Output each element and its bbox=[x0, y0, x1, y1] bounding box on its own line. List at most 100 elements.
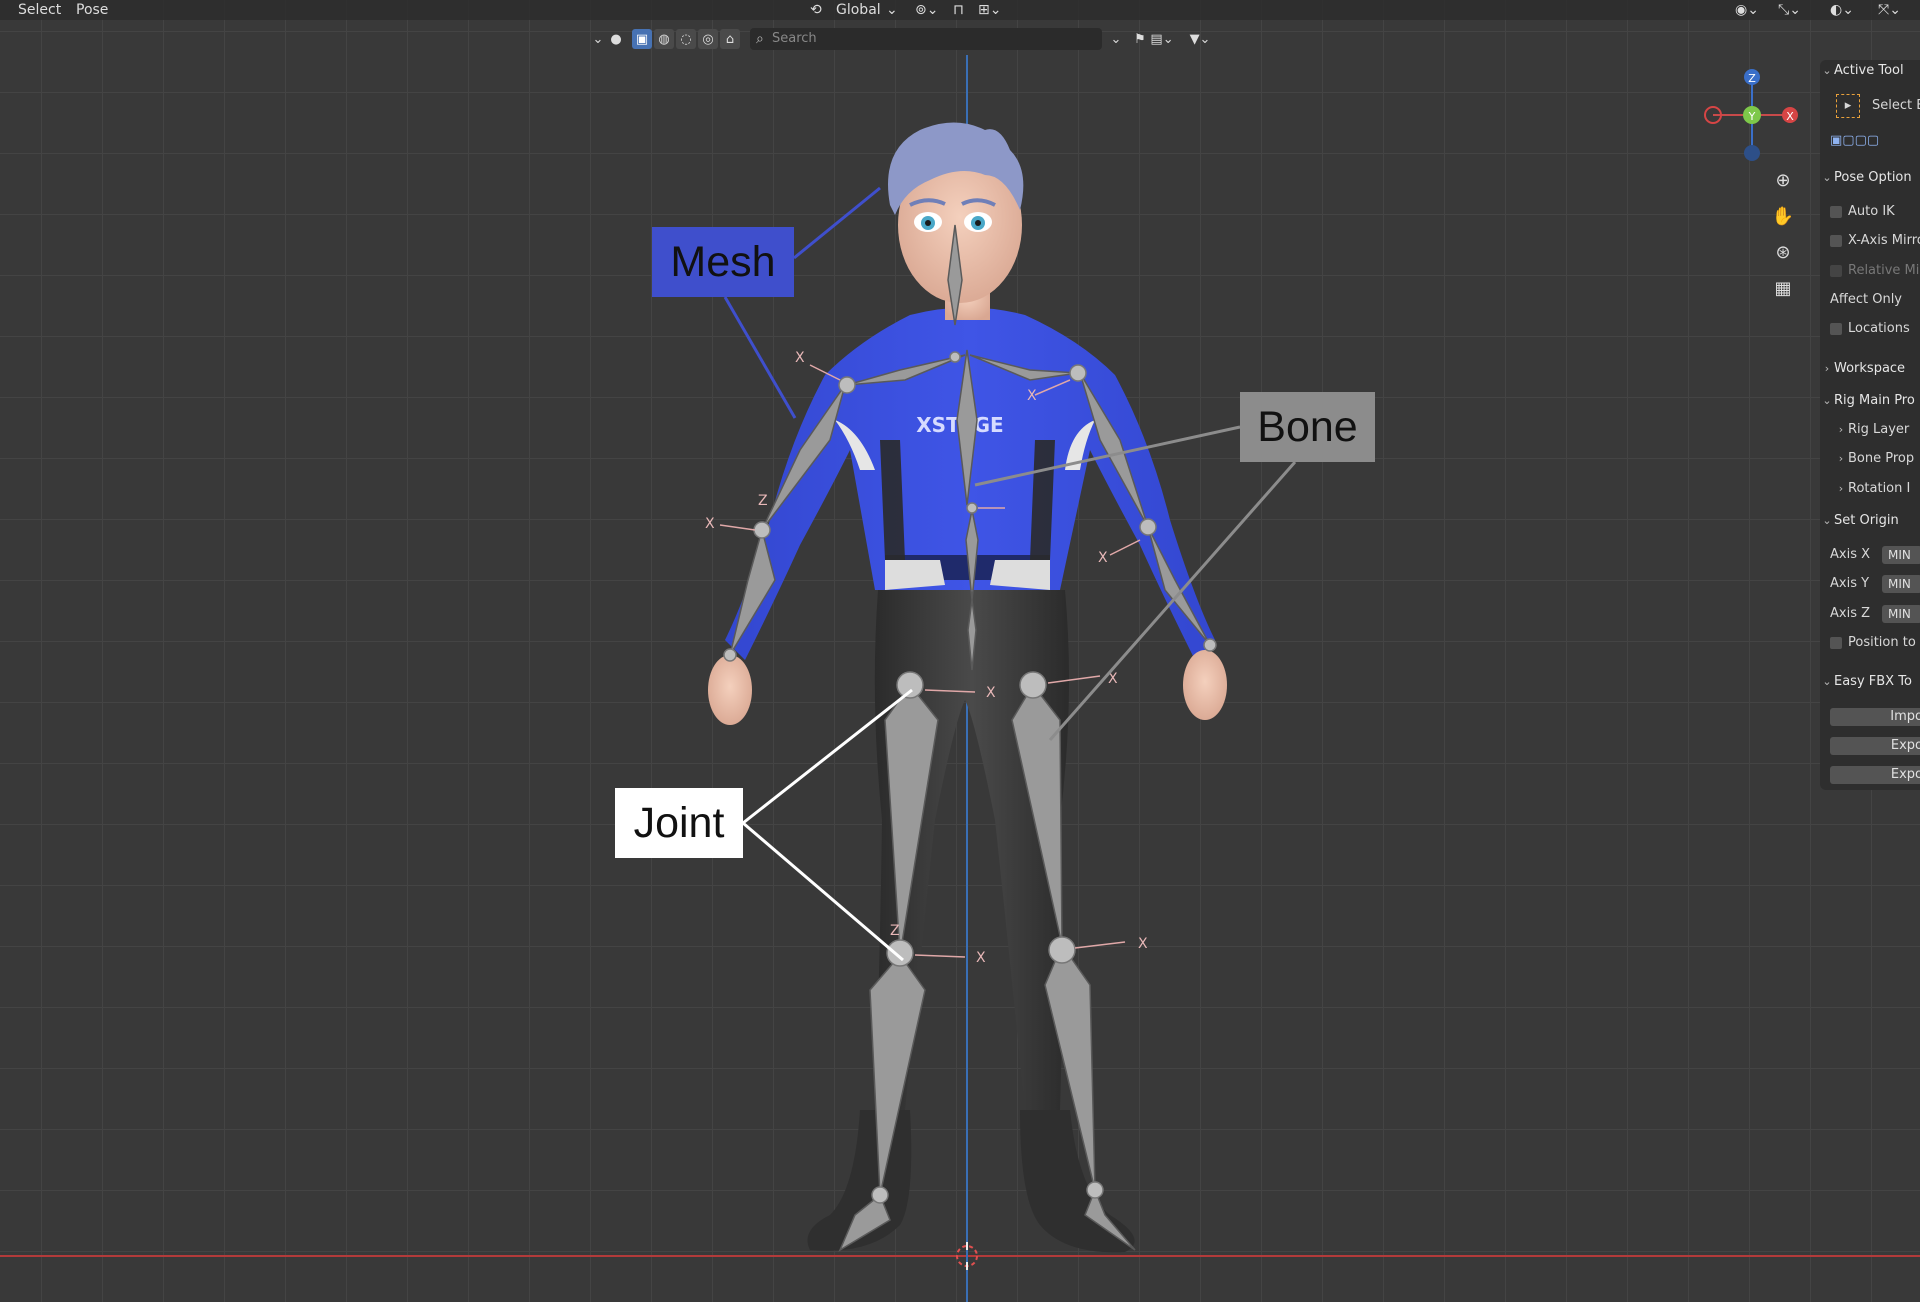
relative-mirror-checkbox[interactable]: Relative Mir bbox=[1820, 260, 1920, 282]
chevron-right-icon: › bbox=[1838, 423, 1844, 436]
pivot-point-icon[interactable]: ⊚⌄ bbox=[915, 0, 938, 20]
navigation-gizmo: Z Y X bbox=[1704, 69, 1798, 161]
panel-easy-fbx[interactable]: ⌄ Easy FBX To bbox=[1820, 671, 1912, 693]
callout-mesh: Mesh bbox=[652, 227, 794, 297]
active-tool-select[interactable]: ▸ Select B bbox=[1836, 94, 1920, 118]
axis-x-select[interactable]: MIN bbox=[1882, 546, 1920, 564]
panel-active-tool[interactable]: ⌄ Active Tool bbox=[1820, 60, 1903, 82]
chevron-right-icon: › bbox=[1838, 452, 1844, 465]
chevron-down-icon: ⌄ bbox=[886, 2, 898, 18]
svg-text:Z: Z bbox=[758, 493, 768, 509]
ortho-grid-icon[interactable]: ▦ bbox=[1769, 274, 1797, 302]
bookmark-icon[interactable]: ⚑ bbox=[1130, 29, 1150, 49]
overlay-icon[interactable]: ◐⌄ bbox=[1830, 0, 1854, 20]
filter-dropdown-icon[interactable]: ⌄ bbox=[1106, 29, 1126, 49]
locations-checkbox[interactable]: Locations bbox=[1820, 318, 1910, 340]
joint-knee-left bbox=[886, 939, 914, 967]
joint-knee-right bbox=[1048, 936, 1076, 964]
joint-shoulder-right bbox=[1069, 364, 1087, 382]
checkbox-icon bbox=[1830, 234, 1842, 247]
svg-text:X: X bbox=[986, 685, 996, 701]
callout-joint: Joint bbox=[615, 788, 743, 858]
panel-set-origin[interactable]: ⌄ Set Origin bbox=[1820, 510, 1898, 532]
svg-text:X: X bbox=[795, 350, 805, 366]
joint-ankle-right bbox=[1086, 1181, 1104, 1199]
rig-layers-item[interactable]: › Rig Layer bbox=[1834, 419, 1909, 441]
checkbox-icon bbox=[1830, 205, 1842, 218]
select-mode-icons[interactable]: ▣▢▢▢ bbox=[1830, 133, 1879, 148]
joint-hip-right bbox=[1019, 671, 1047, 699]
transform-orientation-select[interactable]: Global bbox=[836, 0, 881, 20]
visibility-icon[interactable]: ◉⌄ bbox=[1735, 0, 1759, 20]
transform-orientation-icon[interactable]: ⟲ bbox=[810, 0, 822, 20]
axis-z-select[interactable]: MIN bbox=[1882, 605, 1920, 623]
callout-bone: Bone bbox=[1240, 392, 1375, 462]
import-button[interactable]: Impo bbox=[1830, 708, 1920, 726]
rotation-item[interactable]: › Rotation I bbox=[1834, 478, 1911, 500]
position-to-checkbox[interactable]: Position to C bbox=[1820, 632, 1920, 654]
snap-target-icon[interactable]: ⊞⌄ bbox=[978, 0, 1001, 20]
layout-icon[interactable]: ▤⌄ bbox=[1150, 29, 1173, 49]
shading-solid-icon[interactable]: ◍ bbox=[654, 29, 674, 49]
auto-ik-checkbox[interactable]: Auto IK bbox=[1820, 201, 1895, 223]
panel-pose-options[interactable]: ⌄ Pose Option bbox=[1820, 167, 1911, 189]
joint-hip-left bbox=[896, 671, 924, 699]
gizmo-y-label: Y bbox=[1748, 110, 1756, 123]
filter-icon[interactable]: ▼⌄ bbox=[1190, 29, 1211, 49]
joint-wrist-left bbox=[723, 648, 737, 662]
joint-elbow-right bbox=[1139, 518, 1157, 536]
pan-hand-icon[interactable]: ✋ bbox=[1769, 202, 1797, 230]
menu-select[interactable]: Select bbox=[12, 0, 67, 20]
bone-props-item[interactable]: › Bone Prop bbox=[1834, 448, 1914, 470]
affect-only-label: Affect Only bbox=[1830, 292, 1903, 307]
3d-viewport[interactable]: XSTAGE bbox=[0, 0, 1920, 1302]
x-axis-mirror-checkbox[interactable]: X-Axis Mirro bbox=[1820, 230, 1920, 252]
chevron-down-icon: ⌄ bbox=[1822, 394, 1832, 407]
svg-text:X: X bbox=[1098, 550, 1108, 566]
select-box-icon[interactable]: ▣ bbox=[632, 29, 652, 49]
camera-view-icon[interactable]: ⊛ bbox=[1769, 238, 1797, 266]
joint-spine bbox=[966, 502, 978, 514]
header-menubar: Select Pose ⟲ Global ⌄ ⊚⌄ ⊓ ⊞⌄ ◉⌄ ⤡⌄ ◐⌄ … bbox=[0, 0, 1920, 20]
svg-text:Z: Z bbox=[890, 923, 900, 939]
chevron-down-icon: ⌄ bbox=[1822, 171, 1832, 184]
gizmo-toggle-icon[interactable]: ⤡⌄ bbox=[1778, 0, 1801, 20]
checkbox-icon bbox=[1830, 636, 1842, 649]
svg-text:X: X bbox=[705, 516, 715, 532]
shading-material-icon[interactable]: ● bbox=[606, 29, 626, 49]
chevron-down-icon[interactable]: ⌄ bbox=[588, 29, 608, 49]
search-placeholder: Search bbox=[772, 31, 817, 46]
joint-shoulder-left bbox=[838, 376, 856, 394]
select-mode-buttons[interactable]: ▣▢▢▢ bbox=[1830, 130, 1879, 152]
armature bbox=[729, 224, 1211, 1252]
axis-z-label: Axis Z bbox=[1830, 606, 1871, 621]
chevron-down-icon: ⌄ bbox=[1822, 675, 1832, 688]
zoom-icon[interactable]: ⊕ bbox=[1769, 166, 1797, 194]
panel-rig-main[interactable]: ⌄ Rig Main Pro bbox=[1820, 390, 1914, 412]
scene-canvas: XSTAGE bbox=[0, 55, 1920, 1302]
export-button-2[interactable]: Expo bbox=[1830, 766, 1920, 784]
snap-icon[interactable]: ⊓ bbox=[953, 0, 964, 20]
axis-x-label: Axis X bbox=[1830, 547, 1871, 562]
shading-lookdev-icon[interactable]: ◌ bbox=[676, 29, 696, 49]
scene-icon[interactable]: ⌂ bbox=[720, 29, 740, 49]
joint-elbow-left bbox=[753, 521, 771, 539]
checkbox-icon bbox=[1830, 322, 1842, 335]
axis-y-label: Axis Y bbox=[1830, 576, 1870, 591]
shading-rendered-icon[interactable]: ◎ bbox=[698, 29, 718, 49]
svg-text:X: X bbox=[1138, 936, 1148, 952]
panel-workspace[interactable]: › Workspace bbox=[1820, 358, 1905, 380]
checkbox-icon bbox=[1830, 264, 1842, 277]
chevron-right-icon: › bbox=[1824, 362, 1830, 375]
joint-ankle-left bbox=[871, 1186, 889, 1204]
search-input[interactable]: ⌕ Search bbox=[750, 28, 1102, 50]
svg-text:X: X bbox=[976, 950, 986, 966]
export-button-1[interactable]: Expo bbox=[1830, 737, 1920, 755]
svg-text:X: X bbox=[1027, 388, 1037, 404]
axis-y-select[interactable]: MIN bbox=[1882, 575, 1920, 593]
chevron-right-icon: › bbox=[1838, 482, 1844, 495]
menu-pose[interactable]: Pose bbox=[70, 0, 114, 20]
xray-icon[interactable]: ⤧⌄ bbox=[1878, 0, 1901, 20]
chevron-down-icon: ⌄ bbox=[1822, 64, 1832, 77]
gizmo-z-label: Z bbox=[1748, 72, 1756, 85]
